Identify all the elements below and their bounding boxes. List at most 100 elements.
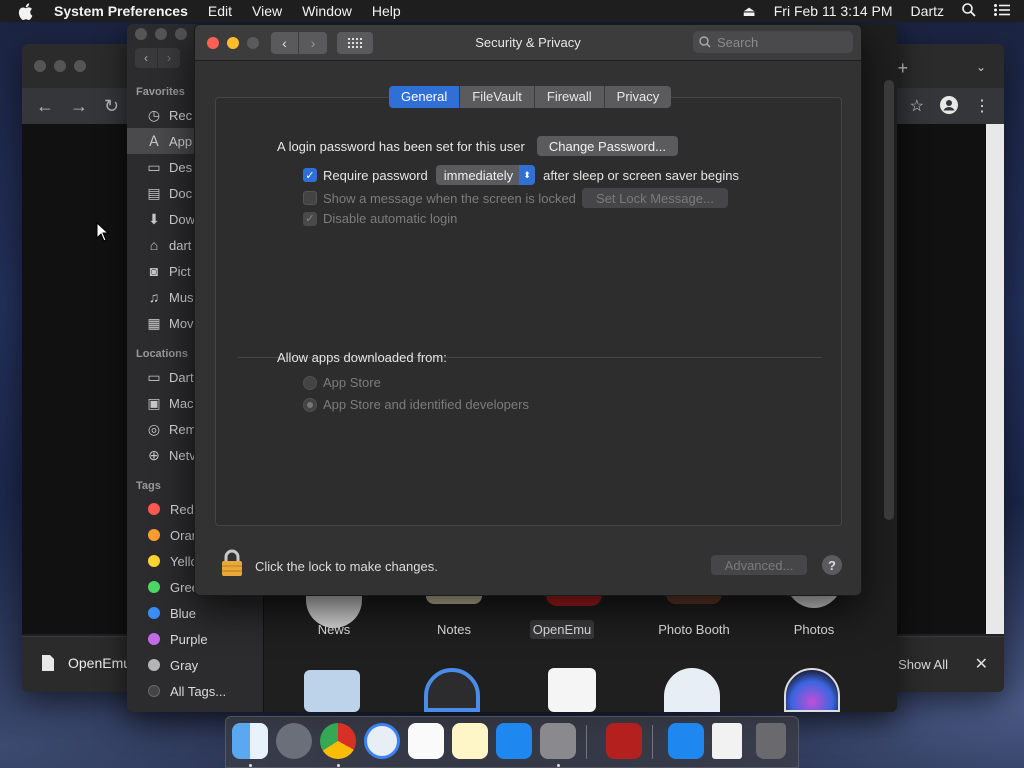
menu-help[interactable]: Help xyxy=(372,3,401,19)
back-arrow-icon[interactable]: ← xyxy=(36,96,54,117)
finder-zoom-button[interactable] xyxy=(175,28,187,40)
tags-header: Tags xyxy=(136,480,161,492)
star-icon[interactable]: ☆ xyxy=(910,96,924,119)
chrome-dock-icon[interactable] xyxy=(320,723,356,759)
app-store-developers-radio[interactable] xyxy=(303,397,317,412)
sysprefs-running-indicator xyxy=(557,764,560,767)
tab-firewall[interactable]: Firewall xyxy=(534,86,605,108)
finder-minimize-button[interactable] xyxy=(155,28,167,40)
prefs-titlebar: ‹ › Security & Privacy xyxy=(195,25,861,61)
notes-dock-icon[interactable] xyxy=(452,723,488,759)
chrome-scrollbar[interactable] xyxy=(986,124,1004,634)
tab-privacy[interactable]: Privacy xyxy=(604,86,672,108)
chevron-down-icon[interactable]: ⌄ xyxy=(976,60,986,74)
sidebar-tag-gray[interactable]: Gray xyxy=(127,652,264,678)
reminders-app-icon[interactable] xyxy=(548,668,596,712)
disable-auto-login-checkbox[interactable]: ✓ xyxy=(303,211,317,226)
menu-app-name[interactable]: System Preferences xyxy=(54,3,188,19)
show-all-button[interactable]: Show All xyxy=(898,657,948,672)
dock-separator-2 xyxy=(652,725,653,759)
quicktime-app-icon[interactable] xyxy=(424,668,480,712)
preview-app-icon[interactable] xyxy=(304,670,360,712)
search-field[interactable] xyxy=(693,31,853,53)
app-store-radio[interactable] xyxy=(303,375,317,390)
menu-edit[interactable]: Edit xyxy=(208,3,232,19)
require-password-label: Require password xyxy=(323,167,428,183)
help-button[interactable]: ? xyxy=(822,555,842,575)
sidebar-tag-purple[interactable]: Purple xyxy=(127,626,264,652)
finder-scrollbar[interactable] xyxy=(884,80,894,520)
disk-icon: ▣ xyxy=(147,394,161,411)
allow-apps-label: Allow apps downloaded from: xyxy=(277,350,447,365)
spotlight-icon[interactable] xyxy=(962,2,976,20)
chrome-minimize-button[interactable] xyxy=(54,60,66,72)
app-label-news[interactable]: News xyxy=(274,622,394,637)
finder-back-icon[interactable]: ‹ xyxy=(135,48,157,68)
require-password-delay-select[interactable]: immediately ⬍ xyxy=(435,165,536,185)
finder-forward-icon[interactable]: › xyxy=(158,48,180,68)
tab-general[interactable]: General xyxy=(389,86,461,108)
desktop-icon: ▭ xyxy=(147,158,161,175)
search-input[interactable] xyxy=(717,34,837,50)
menu-view[interactable]: View xyxy=(252,3,282,19)
set-lock-message-button[interactable]: Set Lock Message... xyxy=(581,188,728,208)
computer-icon: ▭ xyxy=(147,368,161,385)
menu-window[interactable]: Window xyxy=(302,3,352,19)
app-label-photo-booth[interactable]: Photo Booth xyxy=(634,622,754,637)
system-preferences-dock-icon[interactable] xyxy=(540,723,576,759)
siri-app-icon[interactable] xyxy=(784,668,840,712)
more-menu-icon[interactable]: ⋮ xyxy=(974,96,990,119)
tag-blue-icon xyxy=(148,607,160,619)
reload-icon[interactable]: ↻ xyxy=(104,96,119,117)
app-store-download-dock-icon[interactable] xyxy=(668,723,704,759)
close-icon[interactable]: ✕ xyxy=(975,654,988,674)
lock-hint-text: Click the lock to make changes. xyxy=(255,559,438,574)
all-tags-icon xyxy=(148,685,160,697)
menu-datetime[interactable]: Fri Feb 11 3:14 PM xyxy=(774,3,893,19)
prefs-footer: Click the lock to make changes. Advanced… xyxy=(195,545,861,595)
disc-icon: ◎ xyxy=(147,420,161,437)
finder-dock-icon[interactable] xyxy=(232,723,268,759)
document-icon: ▤ xyxy=(147,184,161,201)
chevron-updown-icon: ⬍ xyxy=(519,165,536,185)
app-label-notes[interactable]: Notes xyxy=(394,622,514,637)
zip-file-dock-icon[interactable] xyxy=(712,723,742,759)
apple-icon[interactable] xyxy=(18,2,36,20)
lock-icon[interactable] xyxy=(221,549,243,580)
openemu-dock-icon[interactable] xyxy=(606,723,642,759)
tag-gray-icon xyxy=(148,659,160,671)
app-label-openemu[interactable]: OpenEmu xyxy=(530,620,594,639)
require-password-checkbox[interactable]: ✓ xyxy=(303,168,317,182)
show-message-checkbox[interactable] xyxy=(303,191,317,205)
menu-user[interactable]: Dartz xyxy=(911,3,944,19)
security-privacy-window: ‹ › Security & Privacy General FileVault… xyxy=(194,24,862,596)
launchpad-dock-icon[interactable] xyxy=(276,723,312,759)
eject-icon[interactable]: ⏏ xyxy=(743,3,756,20)
chrome-zoom-button[interactable] xyxy=(74,60,86,72)
sidebar-tag-blue[interactable]: Blue xyxy=(127,600,264,626)
home-icon: ⌂ xyxy=(149,237,159,253)
download-item[interactable]: OpenEmu xyxy=(42,655,131,671)
safari-app-icon[interactable] xyxy=(664,668,720,712)
safari-dock-icon[interactable] xyxy=(364,723,400,759)
new-tab-icon[interactable]: + xyxy=(897,58,908,79)
tab-filevault[interactable]: FileVault xyxy=(460,86,535,108)
delay-value: immediately xyxy=(443,167,514,183)
sidebar-all-tags[interactable]: All Tags... xyxy=(127,678,264,704)
calendar-dock-icon[interactable] xyxy=(408,723,444,759)
finder-close-button[interactable] xyxy=(135,28,147,40)
chrome-close-button[interactable] xyxy=(34,60,46,72)
download-icon: ⬇ xyxy=(148,210,160,227)
camera-icon: ◙ xyxy=(149,263,159,279)
profile-icon[interactable] xyxy=(940,96,958,119)
mouse-cursor-icon xyxy=(96,222,110,242)
trash-dock-icon[interactable] xyxy=(756,723,786,759)
app-store-dock-icon[interactable] xyxy=(496,723,532,759)
change-password-button[interactable]: Change Password... xyxy=(536,136,678,156)
forward-arrow-icon[interactable]: → xyxy=(70,96,88,117)
tag-red-icon xyxy=(148,503,160,515)
notification-center-icon[interactable] xyxy=(994,3,1010,19)
advanced-button[interactable]: Advanced... xyxy=(711,555,807,575)
app-label-photos[interactable]: Photos xyxy=(754,622,874,637)
favorites-header: Favorites xyxy=(136,86,185,98)
